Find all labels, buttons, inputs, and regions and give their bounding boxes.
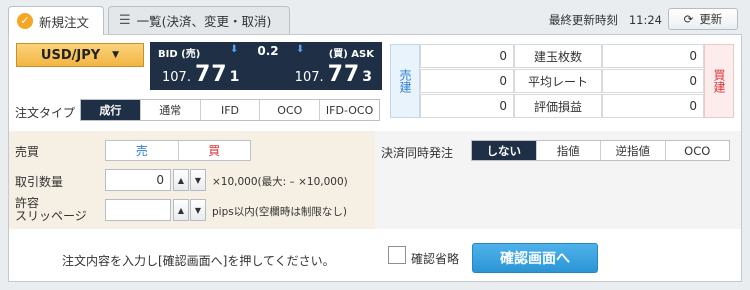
bid-price-prefix: 107.: [162, 70, 191, 85]
triangle-up-icon: ▲: [177, 175, 185, 185]
ask-price-big: 77: [327, 62, 361, 87]
buy-position-header: 買建: [704, 44, 734, 118]
bid-price-last: 1: [229, 69, 240, 85]
buy-pnl: 0: [602, 94, 704, 118]
skip-confirm-label[interactable]: 確認省略: [411, 250, 459, 267]
slippage-down-button[interactable]: ▼: [190, 199, 206, 221]
settle-option-group: しない 指値 逆指値 OCO: [471, 140, 730, 161]
quantity-up-button[interactable]: ▲: [173, 169, 189, 191]
quantity-down-button[interactable]: ▼: [190, 169, 206, 191]
buy-quantity: 0: [602, 44, 704, 68]
quantity-input[interactable]: 0: [105, 169, 171, 191]
tab-new-order[interactable]: ✓ 新規注文: [8, 6, 104, 35]
side-label: 売買: [15, 145, 40, 159]
refresh-button[interactable]: ⟳ 更新: [668, 8, 738, 30]
sell-side-label: 売建: [398, 69, 412, 93]
list-icon: ☰: [119, 13, 131, 28]
slippage-up-button[interactable]: ▲: [173, 199, 189, 221]
ask-price[interactable]: 107. 77 3: [295, 62, 372, 87]
arrow-down-icon: ⬇: [230, 44, 239, 55]
settle-stop[interactable]: 逆指値: [601, 141, 666, 160]
check-icon: ✓: [17, 13, 33, 29]
position-summary: 売建 0 建玉枚数 0 0 平均レート 0 0 評価損益 0 買建: [390, 44, 734, 118]
instruction-text: 注文内容を入力し[確認画面へ]を押してください。: [62, 254, 335, 268]
last-update-label: 最終更新時刻: [548, 13, 618, 27]
ask-price-last: 3: [362, 69, 372, 85]
side-toggle: 売 買: [105, 140, 251, 161]
settle-oco[interactable]: OCO: [665, 141, 729, 160]
tab-order-list[interactable]: ☰ 一覧(決済、変更・取消): [108, 6, 290, 34]
refresh-label: 更新: [699, 12, 723, 26]
slippage-label-line2: スリッページ: [15, 209, 87, 223]
tab-order-list-label: 一覧(決済、変更・取消): [136, 14, 272, 29]
quote-board: BID (売) ⬇ 0.2 ⬇ (買) ASK 107. 77 1 107. 7…: [150, 42, 382, 90]
settle-label: 決済同時発注: [381, 146, 454, 160]
bid-label: BID (売): [158, 49, 201, 60]
quantity-label: 取引数量: [15, 175, 64, 189]
tab-new-order-label: 新規注文: [39, 14, 90, 30]
order-type-ifd[interactable]: IFD: [200, 100, 261, 120]
symbol-select[interactable]: USD/JPY ▼: [16, 43, 144, 67]
arrow-down-icon: ⬇: [296, 44, 305, 55]
refresh-icon: ⟳: [683, 12, 694, 26]
order-type-market[interactable]: 成行: [81, 100, 141, 120]
order-type-group: 成行 通常 IFD OCO IFD-OCO: [80, 99, 380, 121]
triangle-down-icon: ▼: [194, 175, 202, 185]
bid-price[interactable]: 107. 77 1: [162, 62, 239, 87]
triangle-down-icon: ▼: [194, 205, 202, 215]
spread-value: 0.2: [257, 44, 279, 58]
slippage-hint: pips以内(空欄時は制限なし): [212, 206, 347, 218]
skip-confirm-checkbox[interactable]: [388, 246, 406, 264]
bid-price-big: 77: [194, 62, 228, 87]
sell-position-header: 売建: [390, 44, 420, 118]
buy-average-rate: 0: [602, 69, 704, 93]
row-label-pnl: 評価損益: [514, 94, 602, 118]
order-type-label: 注文タイプ: [15, 106, 76, 120]
row-label-quantity: 建玉枚数: [514, 44, 602, 68]
symbol-value: USD/JPY: [40, 47, 101, 63]
buy-side-label: 買建: [712, 69, 726, 93]
order-type-normal[interactable]: 通常: [140, 100, 201, 120]
row-label-average-rate: 平均レート: [514, 69, 602, 93]
sell-average-rate: 0: [420, 69, 514, 93]
triangle-up-icon: ▲: [177, 205, 185, 215]
sell-quantity: 0: [420, 44, 514, 68]
slippage-input[interactable]: [105, 199, 171, 221]
ask-label: (買) ASK: [328, 49, 374, 60]
quantity-hint: ×10,000(最大: – ×10,000): [212, 176, 348, 188]
settle-none[interactable]: しない: [472, 141, 537, 160]
buy-button[interactable]: 買: [177, 141, 251, 160]
last-update: 最終更新時刻 11:24: [549, 12, 662, 28]
order-type-ifd-oco[interactable]: IFD-OCO: [320, 100, 379, 120]
chevron-down-icon: ▼: [112, 50, 120, 60]
settle-limit[interactable]: 指値: [536, 141, 601, 160]
ask-price-prefix: 107.: [294, 70, 324, 85]
sell-button[interactable]: 売: [106, 141, 178, 160]
sell-pnl: 0: [420, 94, 514, 118]
last-update-time: 11:24: [628, 13, 662, 27]
order-type-oco[interactable]: OCO: [260, 100, 321, 120]
confirm-button[interactable]: 確認画面へ: [472, 243, 598, 273]
